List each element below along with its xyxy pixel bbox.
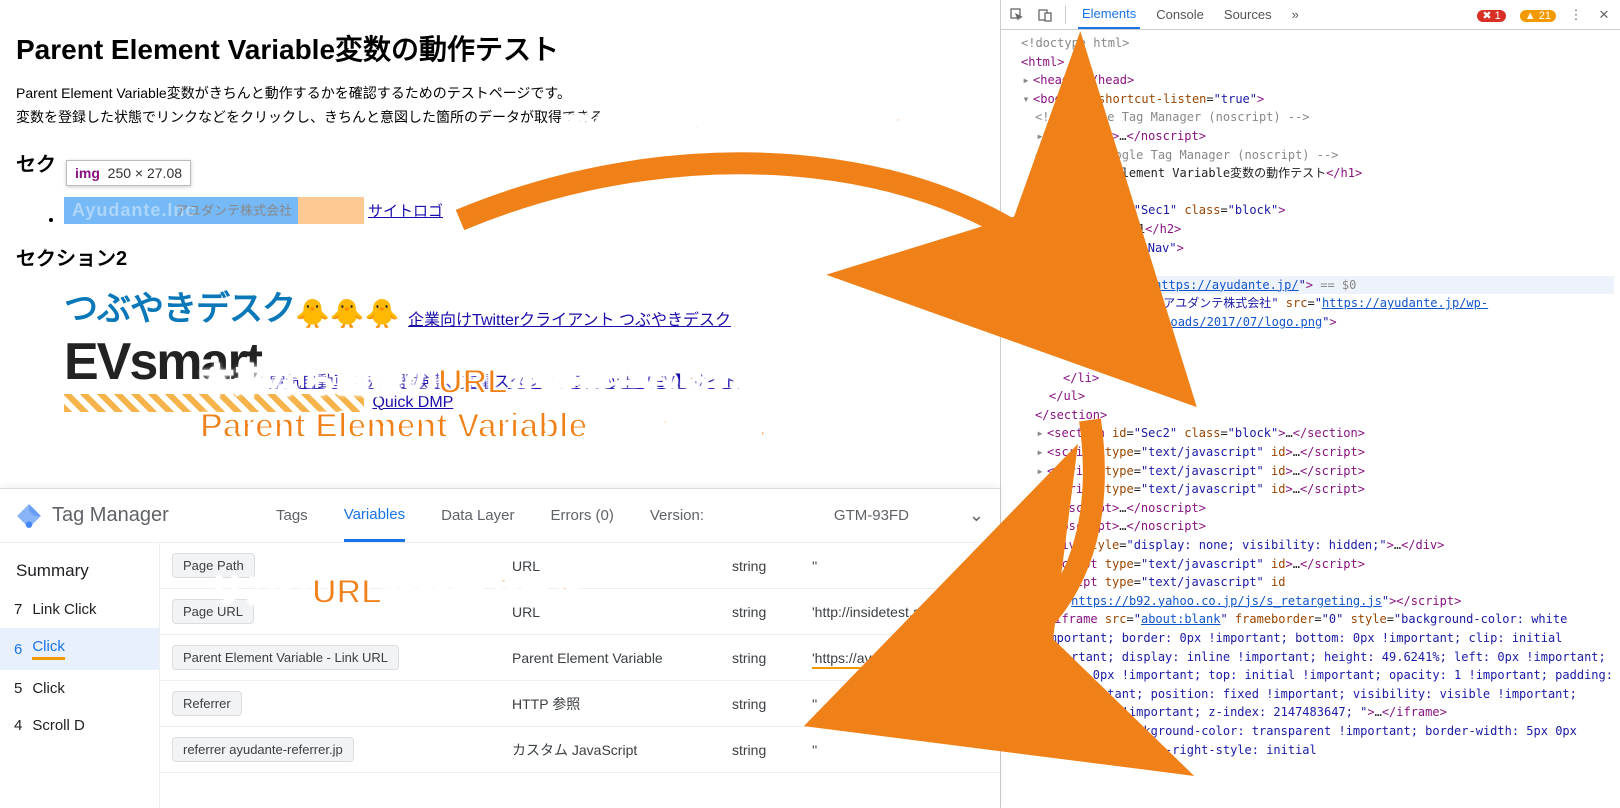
gtm-debug-panel: Tag Manager Tags Variables Data Layer Er… bbox=[0, 488, 1000, 808]
devtools-tab-sources[interactable]: Sources bbox=[1220, 1, 1276, 28]
link-evsmart[interactable]: 電気自動車の充電器検索、充電スタンド・スポット【EV】サイト bbox=[269, 368, 738, 392]
gtm-event-item[interactable]: 6Click bbox=[0, 628, 159, 670]
list-item: Ayudante.Inc アユダンテ株式会社 サイトロゴ bbox=[64, 197, 984, 224]
error-badge[interactable]: ✖ 1 bbox=[1477, 7, 1507, 22]
devtools-tab-console[interactable]: Console bbox=[1152, 1, 1208, 28]
quickdmp-logo bbox=[64, 394, 364, 412]
inspect-icon[interactable] bbox=[1009, 7, 1025, 23]
page-desc: Parent Element Variable変数がきちんと動作するかを確認する… bbox=[16, 82, 984, 130]
gtm-container-id: GTM-93FD bbox=[834, 507, 909, 524]
close-icon[interactable]: ✕ bbox=[1596, 7, 1612, 23]
gtm-event-item[interactable]: 7Link Click bbox=[0, 591, 159, 628]
summary-heading[interactable]: Summary bbox=[0, 551, 159, 591]
devtools-toolbar: Elements Console Sources » ✖ 1 ▲ 21 ⋮ ✕ bbox=[1001, 0, 1620, 30]
tab-version: Version: bbox=[650, 491, 704, 540]
link-tsubuyaki[interactable]: 企業向けTwitterクライアント つぶやきデスク bbox=[408, 306, 731, 330]
variables-table: Page PathURLstring''Page URLURLstring'ht… bbox=[160, 543, 1000, 773]
gtm-event-item[interactable]: 5Click bbox=[0, 670, 159, 707]
chevron-down-icon[interactable]: ⌄ bbox=[969, 505, 984, 526]
devtools-panel: Elements Console Sources » ✖ 1 ▲ 21 ⋮ ✕ … bbox=[1000, 0, 1620, 808]
tab-variables[interactable]: Variables bbox=[344, 490, 405, 542]
devtools-tab-elements[interactable]: Elements bbox=[1078, 0, 1140, 29]
selected-node[interactable]: ▾<a href="https://ayudante.jp/"> == $0 bbox=[1007, 276, 1614, 295]
warning-badge[interactable]: ▲ 21 bbox=[1520, 7, 1556, 22]
tab-errors[interactable]: Errors (0) bbox=[550, 491, 613, 540]
inspect-tooltip: img 250 × 27.08 bbox=[66, 160, 191, 186]
page-title: Parent Element Variable変数の動作テスト bbox=[16, 28, 984, 68]
sitelogo-link[interactable]: サイトロゴ bbox=[368, 200, 443, 221]
gtm-event-item[interactable]: 4Scroll D bbox=[0, 707, 159, 744]
gtm-logo: Tag Manager bbox=[16, 503, 276, 529]
tab-tags[interactable]: Tags bbox=[276, 491, 308, 540]
gtm-tabs: Tags Variables Data Layer Errors (0) Ver… bbox=[276, 490, 704, 542]
page-left: Parent Element Variable変数の動作テスト Parent E… bbox=[0, 0, 1000, 808]
tab-datalayer[interactable]: Data Layer bbox=[441, 491, 514, 540]
tsubuyaki-logo: つぶやきデスク bbox=[64, 281, 295, 330]
evsmart-logo: EVsmart bbox=[64, 332, 261, 392]
dom-tree[interactable]: <!doctype html> <html> ▸<head>…</head> ▾… bbox=[1001, 30, 1620, 808]
kebab-icon[interactable]: ⋮ bbox=[1568, 7, 1584, 23]
table-row[interactable]: ReferrerHTTP 参照string'' bbox=[160, 681, 1000, 727]
gtm-event-list: Summary 7Link Click6Click5Click4Scroll D bbox=[0, 543, 160, 808]
devtools-tab-more[interactable]: » bbox=[1288, 1, 1303, 28]
link-quickdmp[interactable]: Quick DMP bbox=[372, 394, 453, 412]
logo-image[interactable]: Ayudante.Inc アユダンテ株式会社 bbox=[64, 197, 364, 224]
table-row[interactable]: Parent Element Variable - Link URLParent… bbox=[160, 635, 1000, 681]
table-row[interactable]: Page URLURLstring'http://insidetest.ayud… bbox=[160, 589, 1000, 635]
table-row[interactable]: referrer ayudante-referrer.jpカスタム JavaSc… bbox=[160, 727, 1000, 773]
tagmanager-icon bbox=[16, 503, 42, 529]
table-row[interactable]: Page PathURLstring'' bbox=[160, 543, 1000, 589]
device-icon[interactable] bbox=[1037, 7, 1053, 23]
